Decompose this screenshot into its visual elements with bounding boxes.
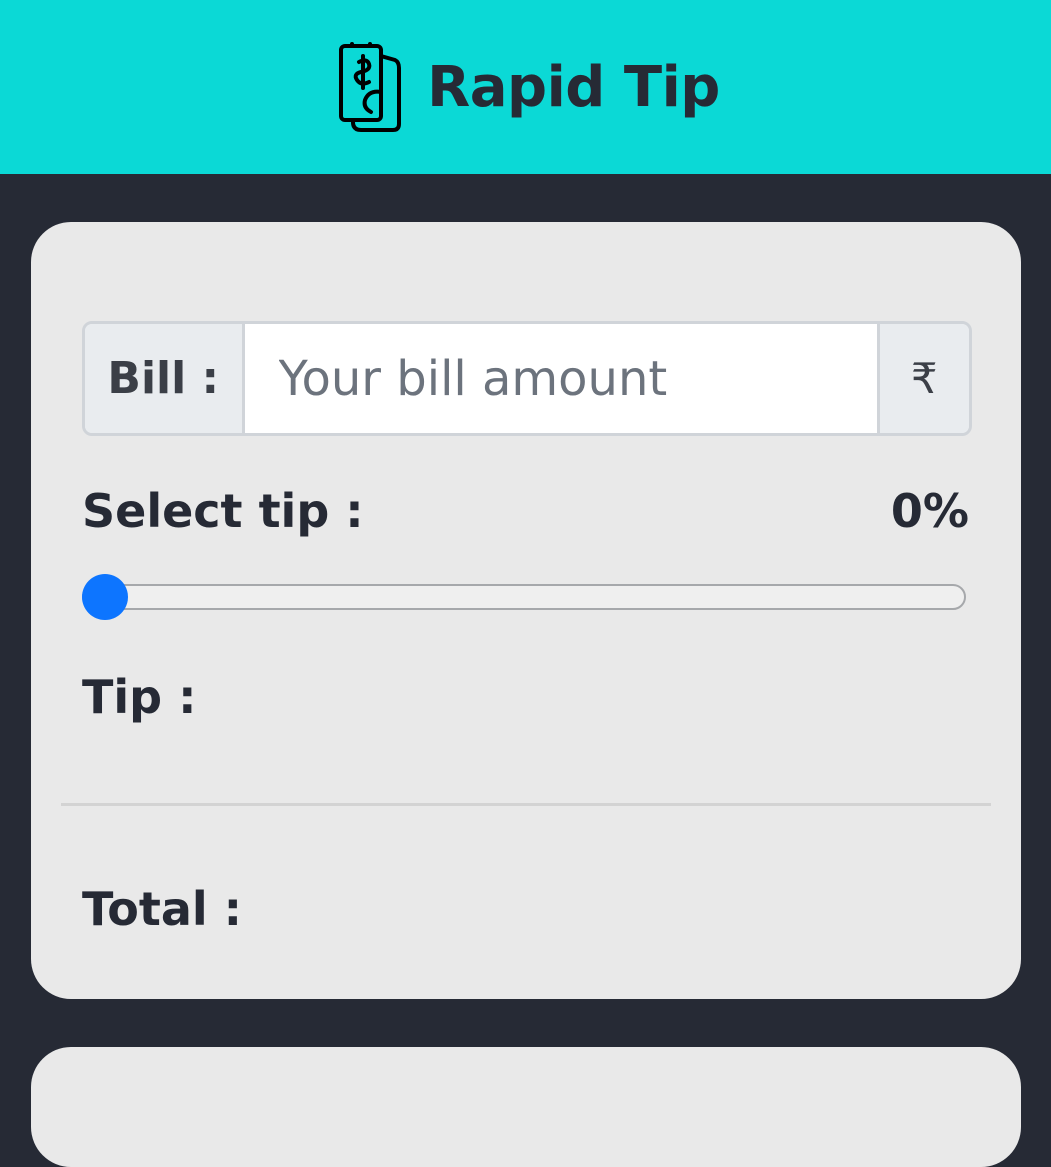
bill-input-group: Bill : ₹ <box>82 321 972 436</box>
rupee-icon: ₹ <box>879 324 969 433</box>
tip-slider-thumb[interactable] <box>82 574 128 620</box>
select-tip-label: Select tip : <box>82 484 364 538</box>
tip-slider-track[interactable] <box>82 584 966 610</box>
app-header: Rapid Tip <box>0 0 1051 174</box>
brand: Rapid Tip <box>339 42 720 132</box>
secondary-card <box>31 1047 1021 1167</box>
divider <box>61 803 991 806</box>
money-hand-icon <box>339 42 402 132</box>
app-title: Rapid Tip <box>427 54 720 120</box>
tip-label-text: Tip : <box>82 670 197 724</box>
tip-calculator-card: Bill : ₹ Select tip : 0% Tip : Total : <box>31 222 1021 999</box>
total-label-text: Total : <box>82 882 243 936</box>
tip-percent-value: 0% <box>890 484 969 538</box>
total-amount-label: Total : <box>82 882 242 936</box>
bill-amount-input[interactable] <box>241 324 880 433</box>
tip-amount-label: Tip : <box>82 670 196 724</box>
bill-label: Bill : <box>85 324 242 433</box>
